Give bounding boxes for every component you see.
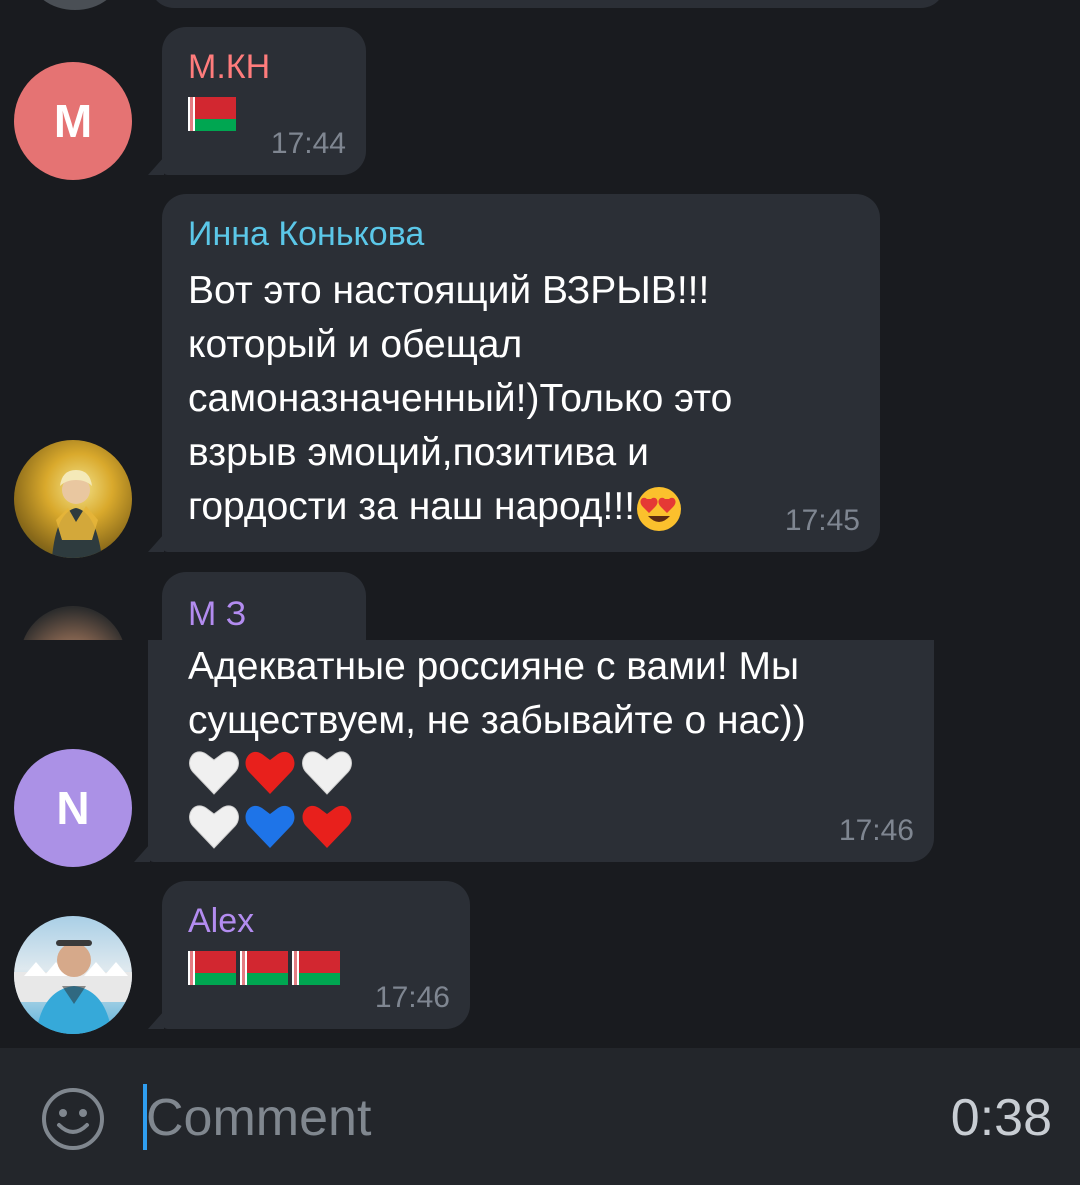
previous-message-bubble[interactable]: [150, 0, 945, 8]
belarus-flag-icon: [240, 951, 288, 985]
avatar-photo: [52, 470, 102, 558]
hearts-row-1: [174, 748, 908, 802]
chat-history[interactable]: M М.КН 17:44 Инна Конькова Вот это насто…: [0, 0, 1080, 1048]
white-heart-icon: [301, 751, 352, 795]
recording-timer: 0:38: [950, 1089, 1052, 1147]
comment-input[interactable]: Comment: [146, 1088, 371, 1148]
message-time: 17:44: [270, 127, 346, 160]
emoji-smile-icon[interactable]: [40, 1086, 106, 1152]
previous-avatar[interactable]: [30, 0, 120, 10]
belarus-flag-icon: [188, 97, 236, 131]
belarus-flag-icon: [188, 951, 236, 985]
avatar-letter: N: [56, 782, 90, 834]
avatar[interactable]: N: [14, 749, 132, 867]
message-time: 17:46: [838, 814, 914, 847]
sender-name[interactable]: Alex: [188, 899, 444, 943]
message-bubble[interactable]: Инна Конькова Вот это настоящий ВЗРЫВ!!!…: [162, 194, 880, 552]
avatar-letter: M: [53, 95, 93, 147]
avatar-partial[interactable]: [20, 606, 126, 640]
message-time: 17:45: [784, 504, 860, 537]
blue-heart-icon: [245, 805, 295, 848]
message-time: 17:46: [374, 981, 450, 1014]
avatar[interactable]: [14, 440, 132, 558]
red-heart-icon: [302, 805, 352, 848]
message-bubble[interactable]: Alex 17:46: [162, 881, 470, 1029]
sender-name[interactable]: М.КН: [188, 45, 340, 89]
white-heart-icon: [189, 805, 239, 849]
red-heart-icon: [245, 751, 295, 794]
message-text: Вот это настоящий ВЗРЫВ!!! который и обе…: [188, 264, 818, 534]
avatar[interactable]: M: [14, 62, 132, 180]
comment-composer[interactable]: Comment 0:38: [0, 1048, 1080, 1185]
belarus-flag-icon: [292, 951, 340, 985]
hearts-row-2: [174, 802, 908, 856]
message-bubble[interactable]: М.КН 17:44: [162, 27, 366, 175]
sender-name[interactable]: Инна Конькова: [188, 212, 854, 256]
avatar[interactable]: [14, 916, 132, 1034]
heart-eyes-emoji-icon: [637, 486, 682, 531]
avatar-photo: [14, 940, 132, 1034]
message-text: Адекватные россияне с вами! Мы существуе…: [188, 645, 806, 742]
sender-name[interactable]: М З: [188, 592, 246, 636]
message-bubble[interactable]: М З Адекватные россияне с вами! Мы сущес…: [148, 595, 934, 862]
white-heart-icon: [189, 751, 239, 795]
